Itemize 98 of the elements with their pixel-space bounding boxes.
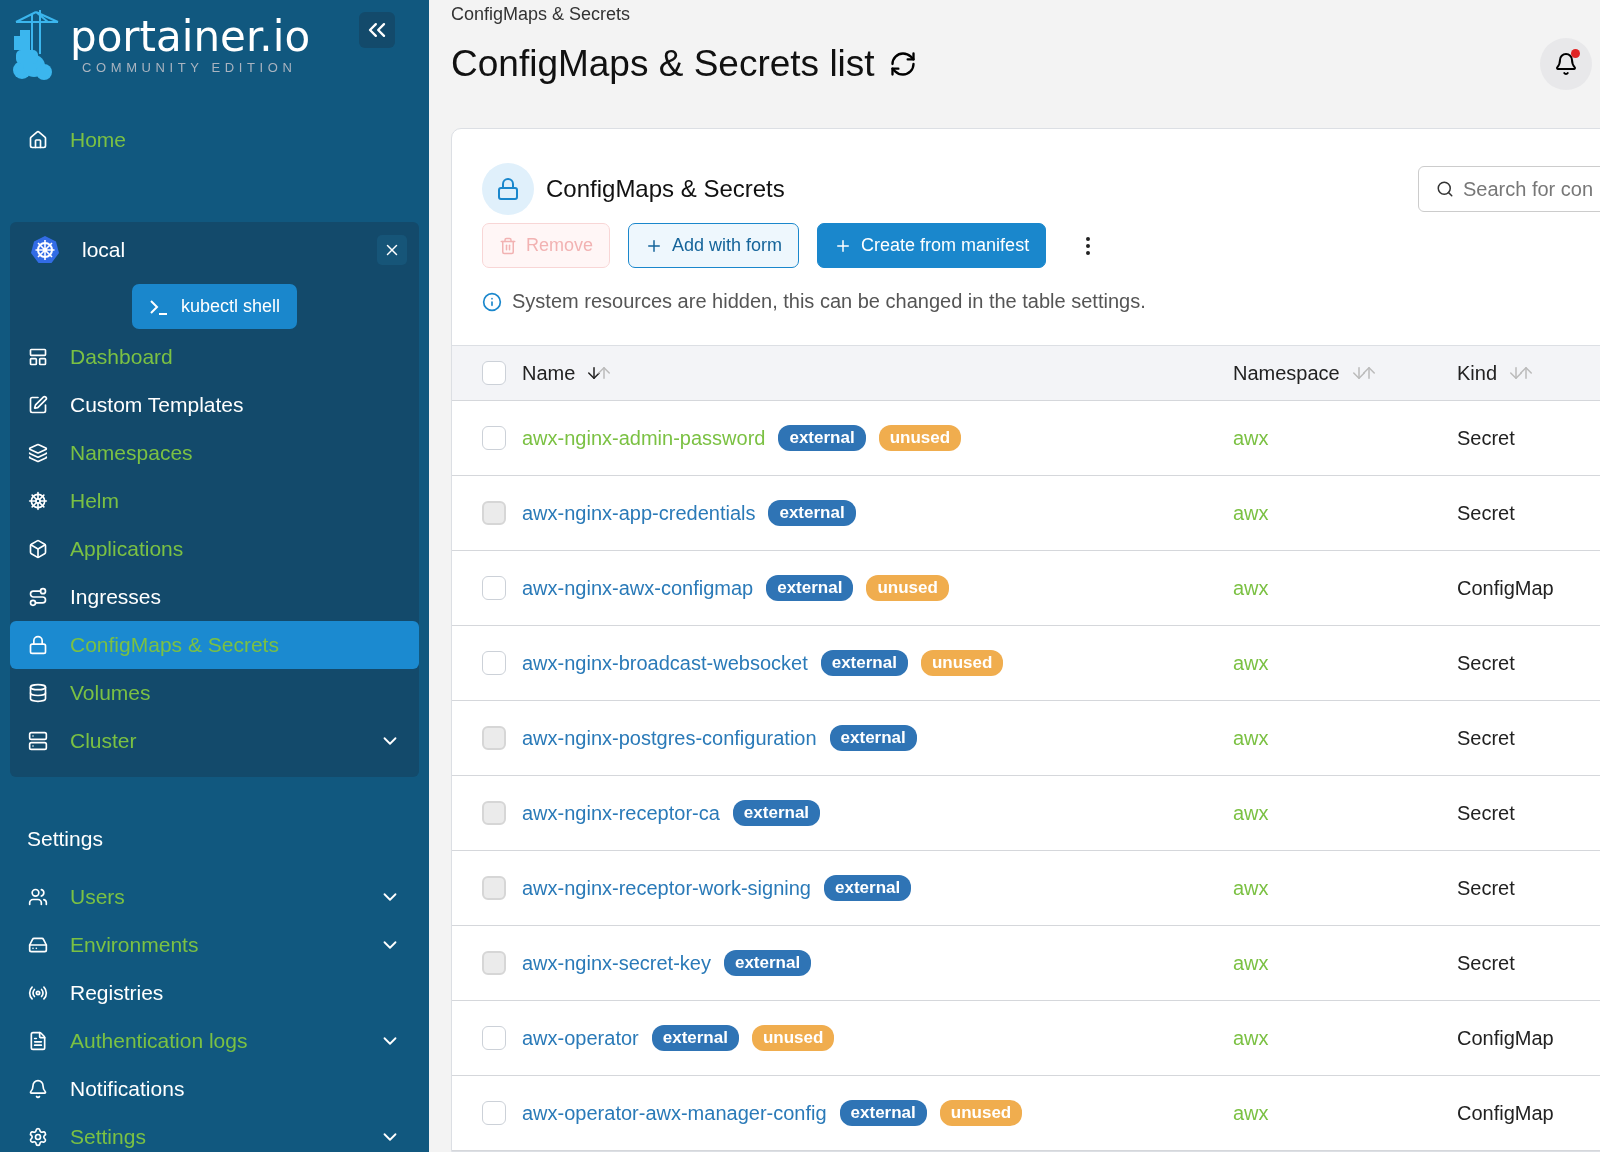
ship-wheel-icon — [28, 491, 48, 511]
sidebar-item[interactable]: Environments — [10, 921, 419, 969]
dashboard-icon — [28, 347, 48, 367]
status-tag: external — [829, 725, 917, 751]
namespace-link[interactable]: awx — [1233, 426, 1269, 449]
page-title: ConfigMaps & Secrets list — [451, 43, 875, 85]
breadcrumb: ConfigMaps & Secrets — [451, 4, 632, 25]
table-cell-text: Secret — [1457, 876, 1516, 900]
sidebar-item[interactable]: Volumes — [10, 669, 419, 717]
status-tag: external — [723, 950, 812, 976]
name-link[interactable]: awx-nginx-broadcast-websocket — [522, 651, 808, 675]
status-tag: external — [839, 1100, 927, 1126]
table-cell-text: Secret — [1457, 426, 1516, 450]
sidebar-item[interactable]: Cluster — [10, 717, 419, 765]
status-tag: external — [820, 650, 908, 676]
sidebar-item[interactable]: Custom Templates — [10, 381, 419, 429]
lock-icon — [28, 635, 48, 655]
status-tag: unused — [878, 425, 962, 451]
status-tag: unused — [751, 1025, 835, 1051]
name-link[interactable]: awx-operator — [522, 1026, 639, 1050]
sidebar-item[interactable]: Namespaces — [10, 429, 419, 477]
row-checkbox[interactable] — [482, 1101, 506, 1125]
name-link[interactable]: awx-nginx-awx-configmap — [522, 576, 754, 600]
status-tag: unused — [920, 650, 1004, 676]
table-cell-text: ConfigMap — [1457, 576, 1555, 600]
terminal-icon — [148, 298, 169, 315]
lock-icon — [482, 163, 534, 215]
namespace-link[interactable]: awx — [1233, 1026, 1269, 1049]
close-button[interactable] — [377, 235, 407, 265]
radio-icon — [28, 983, 48, 1003]
column-header[interactable]: Kind — [1457, 361, 1498, 385]
row-checkbox[interactable] — [482, 576, 506, 600]
table-cell-text: Secret — [1457, 501, 1516, 525]
box-icon — [28, 539, 48, 559]
kubectl-shell-button[interactable]: kubectl shell — [131, 284, 298, 329]
add-button[interactable]: Create from manifest — [817, 223, 1047, 268]
status-tag: unused — [866, 575, 949, 601]
sidebar-item[interactable]: Settings — [10, 1113, 419, 1152]
table-cell-text: Secret — [1457, 651, 1516, 675]
status-tag: external — [778, 425, 866, 451]
column-header[interactable]: Namespace — [1233, 361, 1340, 385]
sidebar-item[interactable]: Helm — [10, 477, 419, 525]
collapse-sidebar-button[interactable] — [359, 12, 395, 48]
table-cell-text: Secret — [1457, 801, 1516, 825]
edit-icon — [28, 395, 48, 415]
sidebar-item[interactable]: Dashboard — [10, 333, 419, 381]
sidebar-item[interactable]: Authentication logs — [10, 1017, 419, 1065]
layers-icon — [28, 443, 48, 463]
info-icon — [482, 291, 502, 312]
row-checkbox[interactable] — [482, 1026, 506, 1050]
row-checkbox[interactable] — [482, 426, 506, 450]
status-tag: external — [651, 1025, 739, 1051]
name-link[interactable]: awx-nginx-admin-password — [522, 426, 766, 450]
sidebar-item[interactable]: Ingresses — [10, 573, 419, 621]
home-icon — [28, 130, 48, 150]
logo-edition: COMMUNITY EDITION — [81, 60, 298, 75]
hard-drive-icon — [28, 935, 48, 955]
sidebar-item[interactable]: Registries — [10, 969, 419, 1017]
search-field[interactable]: Search for con — [1418, 166, 1600, 212]
settings-heading: Settings — [26, 826, 104, 852]
namespace-link[interactable]: awx — [1233, 576, 1269, 599]
notifications-button[interactable] — [1540, 38, 1592, 90]
card-title: ConfigMaps & Secrets — [546, 175, 785, 203]
database-icon — [28, 683, 48, 703]
column-header[interactable]: Name — [522, 361, 576, 385]
status-tag: external — [768, 500, 856, 526]
namespace-link[interactable]: awx — [1233, 1101, 1269, 1124]
environment-name: local — [82, 238, 127, 262]
server-icon — [28, 731, 48, 751]
namespace-link[interactable]: awx — [1233, 651, 1269, 674]
info-text: System resources are hidden, this can be changed in the table settings. — [512, 290, 1146, 313]
table-cell-text: ConfigMap — [1457, 1101, 1555, 1125]
status-tag: external — [766, 575, 854, 601]
logo-name: portainer.io — [70, 14, 311, 60]
status-tag: external — [824, 875, 912, 901]
refresh-icon[interactable] — [888, 50, 917, 78]
bell-icon — [1554, 52, 1578, 76]
table-cell-text: ConfigMap — [1457, 1026, 1555, 1050]
status-tag: external — [732, 800, 821, 826]
trash-icon — [499, 236, 517, 255]
home-link[interactable]: Home — [10, 116, 419, 164]
search-icon — [1436, 180, 1454, 198]
sidebar-item[interactable]: Notifications — [10, 1065, 419, 1113]
name-link[interactable]: awx-operator-awx-manager-config — [522, 1101, 827, 1125]
users-icon — [28, 887, 48, 907]
helm-wheel-icon — [30, 235, 60, 265]
bell-icon — [28, 1079, 48, 1099]
table-cell-text: Secret — [1457, 726, 1516, 750]
sidebar-item[interactable]: Users — [10, 873, 419, 921]
status-tag: unused — [939, 1100, 1023, 1126]
document-icon — [28, 1031, 48, 1051]
route-icon — [28, 587, 48, 607]
sidebar-item[interactable]: Applications — [10, 525, 419, 573]
settings-icon — [28, 1127, 48, 1147]
select-all-checkbox[interactable] — [482, 361, 506, 385]
table-cell-text: Secret — [1457, 951, 1516, 975]
add-button[interactable]: Add with form — [628, 223, 800, 268]
row-checkbox[interactable] — [482, 651, 506, 675]
